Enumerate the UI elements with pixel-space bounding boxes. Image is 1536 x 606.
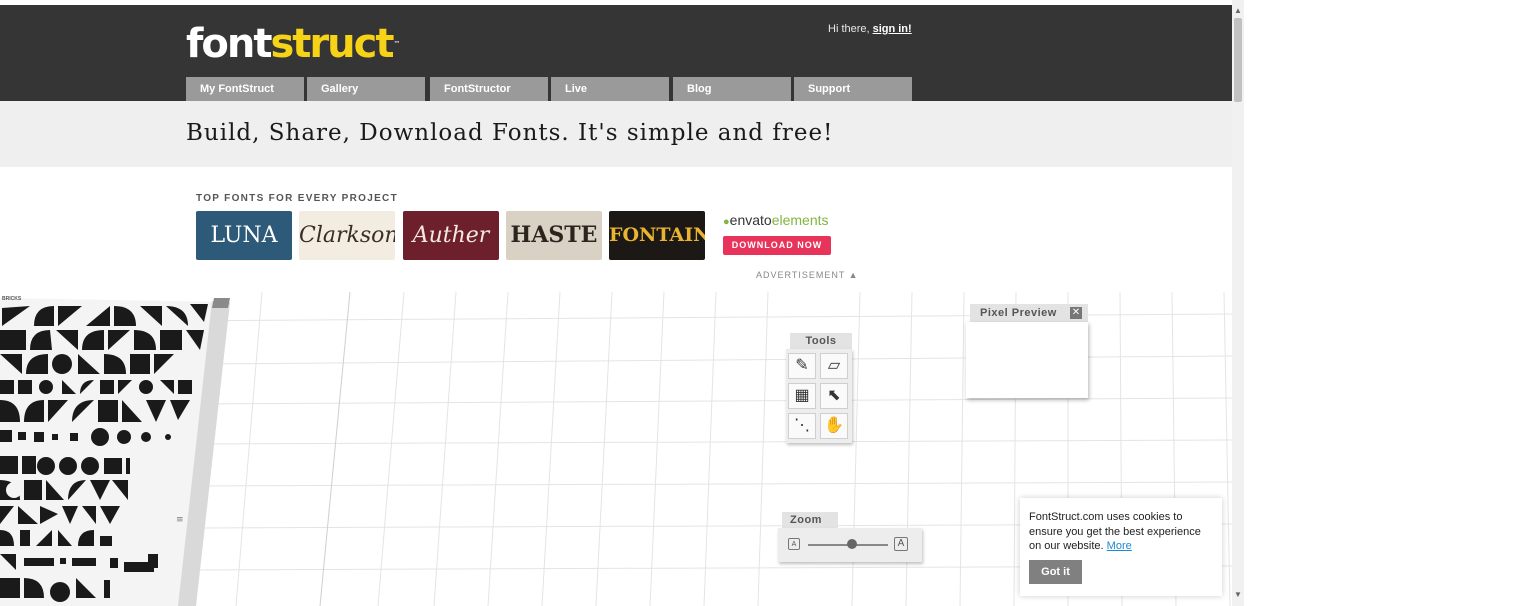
elements-brand-text: elements	[771, 212, 829, 228]
sign-in-link[interactable]: sign in!	[873, 23, 912, 35]
scroll-down-icon[interactable]: ▼	[1232, 588, 1244, 602]
ad-heading: TOP FONTS FOR EVERY PROJECT	[196, 193, 398, 204]
cookie-message: FontStruct.com uses cookies to ensure yo…	[1029, 510, 1215, 554]
zoom-panel-body: A A	[778, 528, 922, 562]
tools-panel-title[interactable]: Tools	[790, 333, 852, 349]
pixel-preview-area	[966, 322, 1088, 398]
envato-elements-logo[interactable]: ●envatoelements	[723, 212, 829, 228]
envato-brand-text: envato	[729, 212, 772, 228]
close-icon[interactable]: ✕	[1070, 307, 1082, 319]
logo-text-struct: struct	[270, 21, 394, 67]
site-header: fontstruct ™ Hi there, sign in! My FontSt…	[0, 5, 1232, 101]
bricks-palette[interactable]: BRICKS ≡	[0, 296, 232, 606]
pencil-icon[interactable]: ✎	[788, 353, 816, 379]
tagline-banner: Build, Share, Download Fonts. It's simpl…	[0, 101, 1232, 167]
advertisement-label[interactable]: ADVERTISEMENT ▲	[756, 270, 859, 280]
filled-grid-icon[interactable]: ▦	[788, 383, 816, 409]
ad-font-thumbnail-clarkson[interactable]: Clarkson	[299, 211, 395, 260]
ad-font-thumbnail-auther[interactable]: Auther	[403, 211, 499, 260]
cookie-more-link[interactable]: More	[1107, 540, 1132, 552]
select-arrow-icon[interactable]: ⬉	[820, 383, 848, 409]
ad-font-thumbnail-luna[interactable]: LUNA	[196, 211, 292, 260]
zoom-panel: Zoom A A	[778, 512, 924, 564]
nav-tab-gallery[interactable]: Gallery	[307, 77, 425, 101]
line-icon[interactable]: ⋱	[788, 413, 816, 439]
nav-tab-fontstructor[interactable]: FontStructor	[430, 77, 548, 101]
nav-tab-support[interactable]: Support	[794, 77, 912, 101]
download-now-button[interactable]: DOWNLOAD NOW	[723, 236, 831, 255]
ad-font-thumbnail-haste[interactable]: HASTE	[506, 211, 602, 260]
scrollbar-thumb[interactable]	[1234, 18, 1242, 102]
nav-tab-my-fontstruct[interactable]: My FontStruct	[186, 77, 304, 101]
tools-panel-body: ✎ ▱ ▦ ⬉ ⋱ ✋	[786, 349, 852, 443]
svg-text:≡: ≡	[176, 515, 184, 525]
tagline-text: Build, Share, Download Fonts. It's simpl…	[186, 120, 834, 146]
greeting-text: Hi there,	[828, 23, 870, 35]
svg-text:BRICKS: BRICKS	[2, 296, 22, 302]
nav-tab-live[interactable]: Live	[551, 77, 669, 101]
nav-tab-blog[interactable]: Blog	[673, 77, 791, 101]
eraser-icon[interactable]: ▱	[820, 353, 848, 379]
cookie-notice: FontStruct.com uses cookies to ensure yo…	[1020, 498, 1222, 596]
zoom-out-icon[interactable]: A	[788, 538, 800, 550]
brick-shapes: BRICKS ≡	[0, 296, 230, 606]
hand-icon[interactable]: ✋	[820, 413, 848, 439]
got-it-button[interactable]: Got it	[1029, 560, 1082, 584]
ad-font-thumbnail-fontaine[interactable]: FONTAINE	[609, 211, 705, 260]
logo-text-font: font	[186, 21, 272, 67]
user-greeting: Hi there, sign in!	[828, 23, 912, 35]
vertical-scrollbar[interactable]: ▲ ▼	[1232, 0, 1244, 606]
pixel-preview-panel: Pixel Preview ✕	[966, 304, 1090, 400]
logo-trademark: ™	[393, 40, 401, 48]
zoom-slider-handle[interactable]	[847, 539, 857, 549]
fontstruct-logo[interactable]: fontstruct ™	[186, 21, 400, 67]
zoom-in-icon[interactable]: A	[894, 537, 908, 551]
zoom-panel-title[interactable]: Zoom	[782, 512, 838, 528]
tools-panel: Tools ✎ ▱ ▦ ⬉ ⋱ ✋	[786, 333, 856, 443]
browser-viewport: fontstruct ™ Hi there, sign in! My FontSt…	[0, 0, 1232, 606]
envato-leaf-icon: ●	[723, 216, 730, 228]
scroll-up-icon[interactable]: ▲	[1232, 4, 1244, 18]
